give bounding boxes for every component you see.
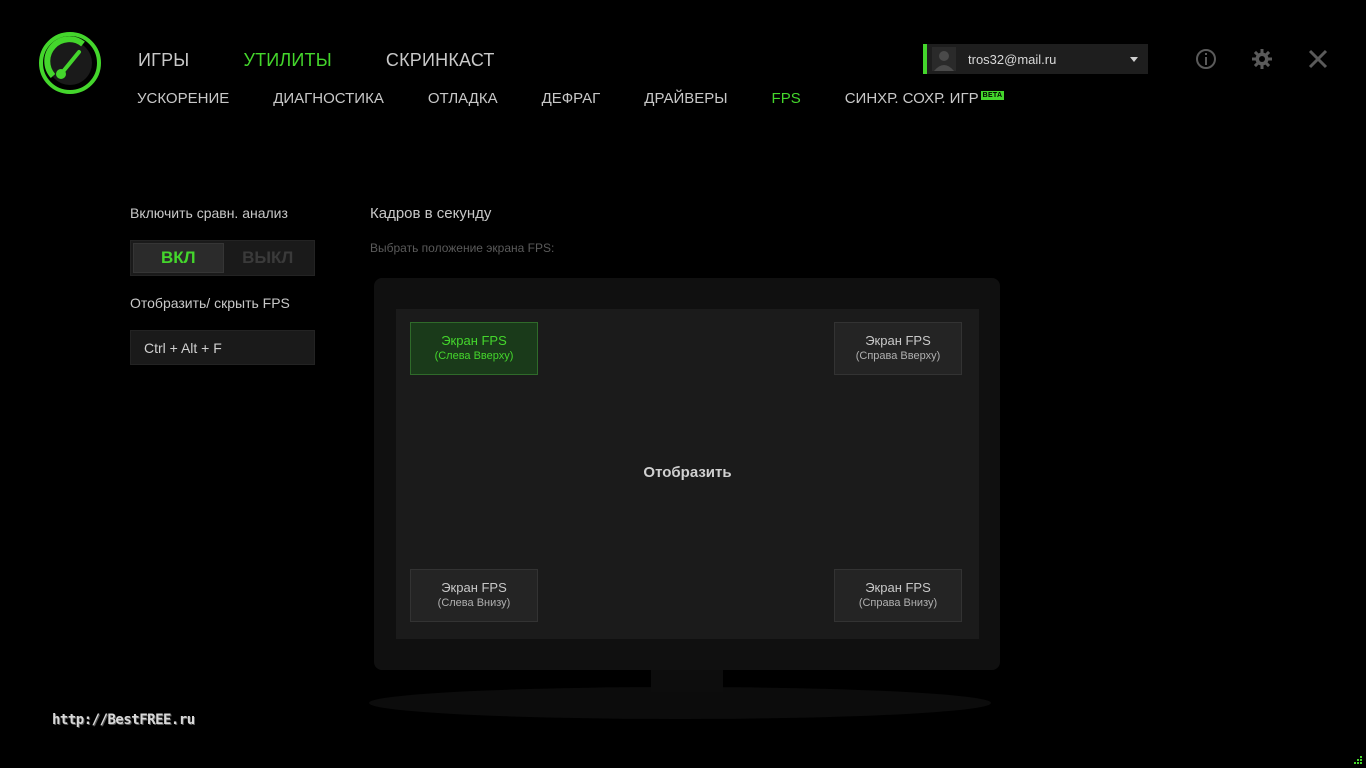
position-bottom-right-button[interactable]: Экран FPS (Справа Внизу) xyxy=(834,569,962,622)
position-label: Экран FPS xyxy=(441,333,507,348)
position-sublabel: (Справа Внизу) xyxy=(858,597,938,609)
chevron-down-icon xyxy=(1130,56,1138,62)
subtab-defrag[interactable]: ДЕФРАГ xyxy=(542,90,601,107)
hotkey-field[interactable]: Ctrl + Alt + F xyxy=(130,330,315,365)
subtab-diagnostics[interactable]: ДИАГНОСТИКА xyxy=(273,90,384,107)
position-sublabel: (Слева Вверху) xyxy=(434,350,514,362)
main-nav: ИГРЫ УТИЛИТЫ СКРИНКАСТ xyxy=(138,50,549,71)
toggle-off-button[interactable]: ВЫКЛ xyxy=(224,243,313,273)
position-top-left-button[interactable]: Экран FPS (Слева Вверху) xyxy=(410,322,538,375)
account-accent-bar xyxy=(923,44,927,74)
watermark-text: http://BestFREE.ru xyxy=(52,712,195,728)
fps-title: Кадров в секунду xyxy=(370,205,492,222)
subtab-boost[interactable]: УСКОРЕНИЕ xyxy=(137,90,229,107)
subtab-fps[interactable]: FPS xyxy=(772,90,801,107)
monitor-stand-neck xyxy=(651,670,723,692)
tab-screencast[interactable]: СКРИНКАСТ xyxy=(386,50,495,71)
fps-subtitle: Выбрать положение экрана FPS: xyxy=(370,241,555,255)
position-bottom-left-button[interactable]: Экран FPS (Слева Внизу) xyxy=(410,569,538,622)
show-fps-button[interactable]: Отобразить xyxy=(620,464,755,486)
position-label: Экран FPS xyxy=(441,580,507,595)
toggle-on-button[interactable]: ВКЛ xyxy=(133,243,224,273)
position-label: Экран FPS xyxy=(865,580,931,595)
tab-games[interactable]: ИГРЫ xyxy=(138,50,189,71)
beta-badge: BETA xyxy=(980,91,1005,100)
info-icon[interactable] xyxy=(1194,47,1218,71)
account-dropdown[interactable]: tros32@mail.ru xyxy=(923,44,1148,74)
speedometer-logo-icon xyxy=(39,32,101,94)
position-top-right-button[interactable]: Экран FPS (Справа Вверху) xyxy=(834,322,962,375)
position-sublabel: (Справа Вверху) xyxy=(855,350,941,362)
account-email: tros32@mail.ru xyxy=(968,51,1057,67)
hotkey-label: Отобразить/ скрыть FPS xyxy=(130,295,290,311)
close-icon[interactable] xyxy=(1306,47,1330,71)
benchmark-toggle[interactable]: ВКЛ ВЫКЛ xyxy=(130,240,315,276)
app-window: ИГРЫ УТИЛИТЫ СКРИНКАСТ УСКОРЕНИЕ ДИАГНОС… xyxy=(0,0,1366,768)
subtab-save-sync-label: СИНХР. СОХР. ИГР xyxy=(844,90,979,107)
user-avatar-icon xyxy=(932,47,956,71)
resize-grip-icon[interactable] xyxy=(1352,754,1362,764)
subtab-debug[interactable]: ОТЛАДКА xyxy=(428,90,498,107)
sub-nav: УСКОРЕНИЕ ДИАГНОСТИКА ОТЛАДКА ДЕФРАГ ДРА… xyxy=(137,90,1005,107)
gear-icon[interactable] xyxy=(1250,47,1274,71)
benchmark-label: Включить сравн. анализ xyxy=(130,205,288,221)
position-sublabel: (Слева Внизу) xyxy=(437,597,511,609)
subtab-drivers[interactable]: ДРАЙВЕРЫ xyxy=(644,90,727,107)
subtab-save-sync[interactable]: СИНХР. СОХР. ИГР BETA xyxy=(845,90,1005,107)
position-label: Экран FPS xyxy=(865,333,931,348)
tab-utilities[interactable]: УТИЛИТЫ xyxy=(243,50,331,71)
